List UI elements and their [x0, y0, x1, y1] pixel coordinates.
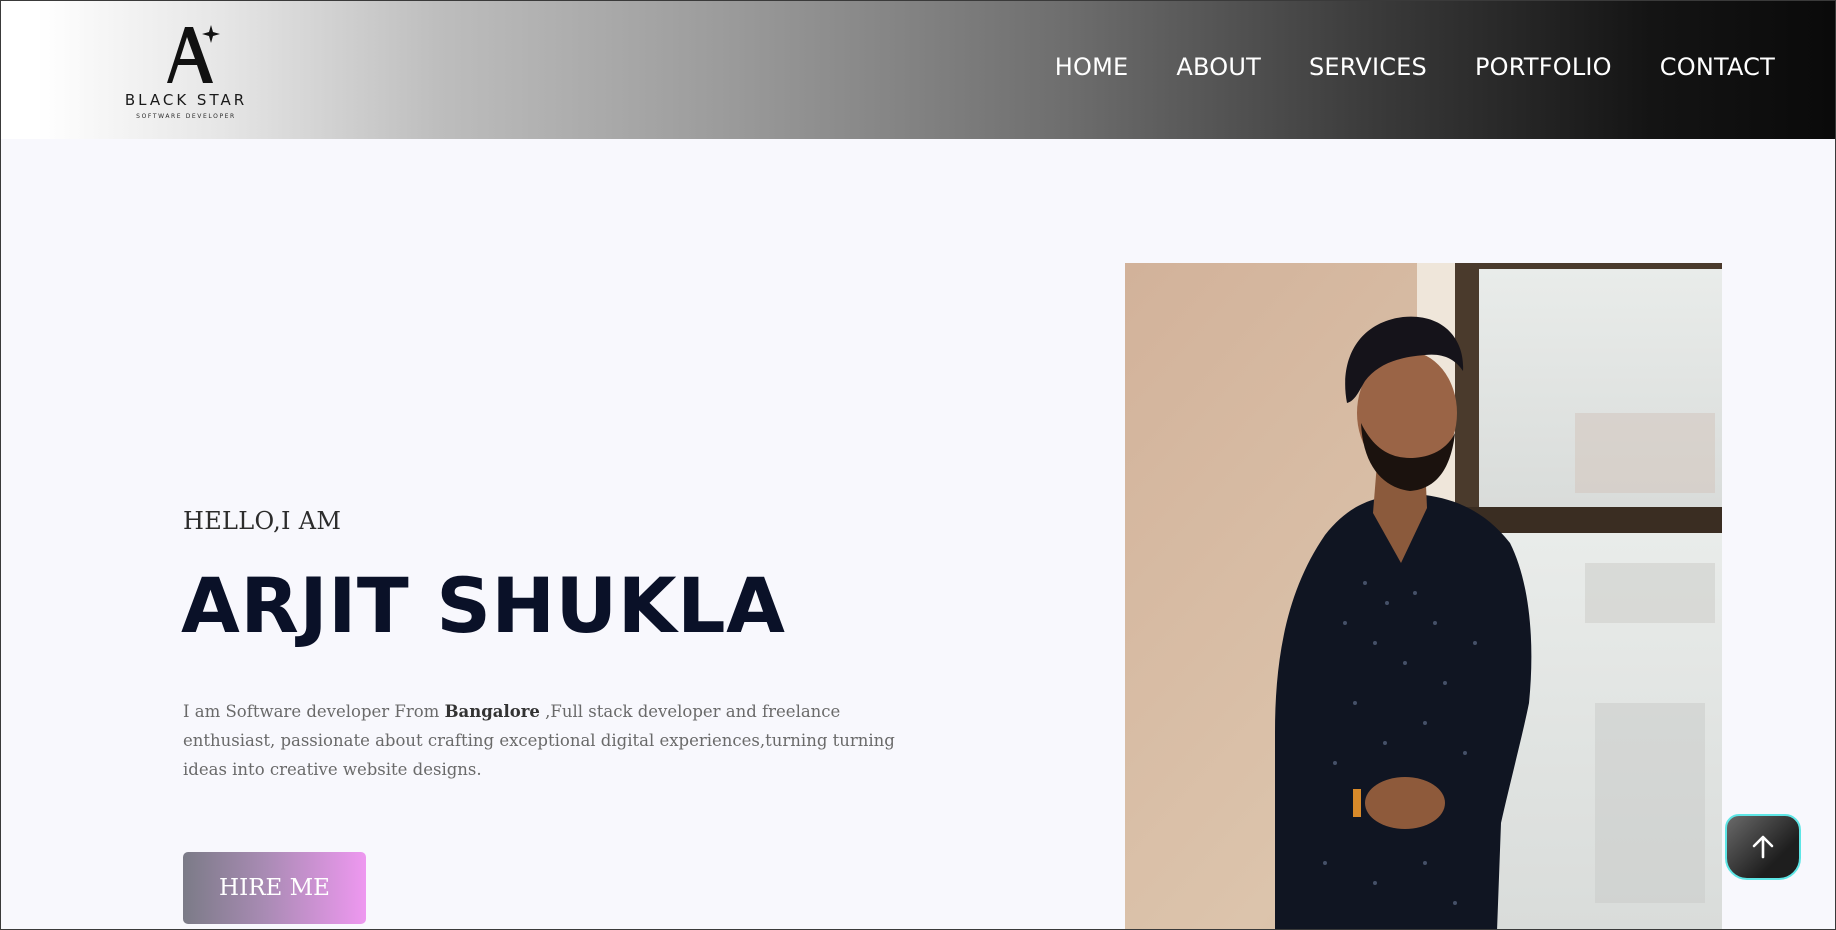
intro-city: Bangalore — [444, 702, 540, 721]
hero-name: ARJIT SHUKLA — [181, 561, 786, 650]
site-header: BLACK STAR SOFTWARE DEVELOPER HOME ABOUT… — [1, 1, 1835, 139]
main-nav: HOME ABOUT SERVICES PORTFOLIO CONTACT — [1007, 53, 1775, 81]
nav-contact[interactable]: CONTACT — [1660, 53, 1775, 81]
nav-home[interactable]: HOME — [1055, 53, 1129, 81]
profile-photo-illustration — [1125, 263, 1722, 929]
star-letter-a-icon — [167, 25, 220, 83]
arrow-up-icon — [1752, 835, 1774, 859]
profile-photo — [1125, 263, 1722, 929]
logo-name: BLACK STAR — [124, 91, 248, 109]
nav-about[interactable]: ABOUT — [1176, 53, 1261, 81]
nav-services[interactable]: SERVICES — [1309, 53, 1427, 81]
hire-me-button[interactable]: HIRE ME — [183, 852, 366, 924]
page: BLACK STAR SOFTWARE DEVELOPER HOME ABOUT… — [0, 0, 1836, 930]
hero-intro: I am Software developer From Bangalore ,… — [183, 697, 903, 784]
hero-greeting: HELLO,I AM — [183, 507, 342, 535]
nav-portfolio[interactable]: PORTFOLIO — [1475, 53, 1612, 81]
intro-prefix: I am Software developer From — [183, 702, 445, 721]
scroll-to-top-button[interactable] — [1725, 814, 1801, 880]
site-logo[interactable]: BLACK STAR SOFTWARE DEVELOPER — [119, 21, 253, 125]
logo-tagline: SOFTWARE DEVELOPER — [136, 113, 236, 120]
